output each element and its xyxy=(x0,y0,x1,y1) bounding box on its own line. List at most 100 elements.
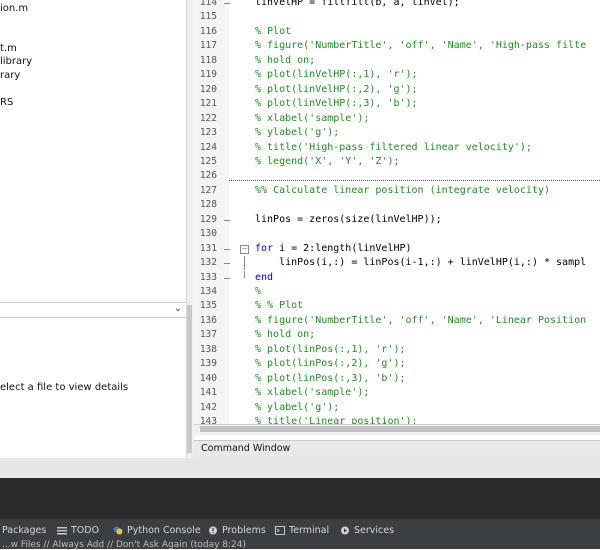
breakpoint-marker[interactable] xyxy=(224,220,230,221)
tool-problems-button[interactable]: Problems xyxy=(208,523,266,539)
todo-icon xyxy=(57,527,67,535)
tool-label: Packages xyxy=(2,525,47,536)
code-line[interactable]: 121 % plot(linVelHP(:,3), 'b'); xyxy=(193,97,600,111)
code-text[interactable]: linVelHP = filtfilt(b, a, linVel); xyxy=(255,0,460,10)
code-line[interactable]: 116 % Plot xyxy=(193,25,600,39)
code-text[interactable]: % hold on; xyxy=(255,328,315,342)
code-line[interactable]: 115 xyxy=(193,10,600,24)
breakpoint-marker[interactable] xyxy=(224,3,230,4)
code-text[interactable]: % ylabel('g'); xyxy=(255,126,339,140)
code-line[interactable]: 132 linPos(i,:) = linPos(i-1,:) + linVel… xyxy=(193,256,600,270)
code-line[interactable]: 124 % title('High-pass filtered linear ve… xyxy=(193,141,600,155)
code-line[interactable]: 117 % figure('NumberTitle', 'off', 'Name'… xyxy=(193,39,600,53)
file-item[interactable]: RS xyxy=(0,97,13,108)
line-number: 134 xyxy=(199,286,217,297)
code-line[interactable]: 131 − for i = 2:length(linVelHP) xyxy=(193,242,600,256)
tool-label: Services xyxy=(354,525,395,536)
problems-icon xyxy=(209,526,217,535)
code-line[interactable]: 118 % hold on; xyxy=(193,54,600,68)
code-text[interactable]: % hold on; xyxy=(255,54,315,68)
code-line[interactable]: 141 % xlabel('sample'); xyxy=(193,386,600,400)
code-text[interactable]: % xyxy=(255,285,261,299)
tool-packages-button[interactable]: Packages xyxy=(2,523,46,539)
editor-scrollbar-thumb[interactable] xyxy=(200,426,600,432)
code-text[interactable]: % figure('NumberTitle', 'off', 'Name', '… xyxy=(255,39,586,53)
code-text[interactable]: end xyxy=(255,271,273,285)
code-text[interactable]: % xlabel('sample'); xyxy=(255,112,369,126)
code-text[interactable]: % figure('NumberTitle', 'off', 'Name', '… xyxy=(255,314,586,328)
cell-divider xyxy=(229,180,600,181)
code-line[interactable]: 122 % xlabel('sample'); xyxy=(193,112,600,126)
file-item[interactable]: ion.m xyxy=(0,3,28,14)
line-number: 141 xyxy=(199,387,217,398)
code-line[interactable]: 119 % plot(linVelHP(:,1), 'r'); xyxy=(193,68,600,82)
tool-services-button[interactable]: Services xyxy=(340,523,394,539)
line-number: 125 xyxy=(199,156,217,167)
tool-label: Terminal xyxy=(289,525,330,536)
code-line[interactable]: 127 %% Calculate linear position (integra… xyxy=(193,184,600,198)
command-window-title: Command Window xyxy=(201,443,291,454)
line-number: 121 xyxy=(199,98,217,109)
line-number: 138 xyxy=(199,344,217,355)
code-line[interactable]: 130 xyxy=(193,227,600,241)
code-text[interactable]: % Plot xyxy=(255,25,291,39)
fold-guide xyxy=(244,271,245,278)
code-line[interactable]: 138 % plot(linPos(:,1), 'r'); xyxy=(193,343,600,357)
code-text[interactable]: for i = 2:length(linVelHP) xyxy=(255,242,412,256)
code-text[interactable]: % plot(linPos(:,2), 'g'); xyxy=(255,357,406,371)
code-text[interactable]: % plot(linVelHP(:,3), 'b'); xyxy=(255,97,418,111)
code-line[interactable]: 133 end xyxy=(193,271,600,285)
file-item[interactable]: rary xyxy=(0,70,20,81)
line-number: 120 xyxy=(199,84,217,95)
code-line[interactable]: 120 % plot(linVelHP(:,2), 'g'); xyxy=(193,83,600,97)
pane-divider xyxy=(0,302,186,303)
code-text[interactable]: % plot(linPos(:,1), 'r'); xyxy=(255,343,406,357)
line-number: 127 xyxy=(199,185,217,196)
code-line[interactable]: 123 % ylabel('g'); xyxy=(193,126,600,140)
code-text[interactable]: % plot(linVelHP(:,1), 'r'); xyxy=(255,68,418,82)
code-line[interactable]: 128 xyxy=(193,198,600,212)
left-scrollbar-thumb[interactable] xyxy=(187,305,192,453)
code-line[interactable]: 134% xyxy=(193,285,600,299)
tool-label: Problems xyxy=(222,525,266,536)
code-line[interactable]: 140 % plot(linPos(:,3), 'b'); xyxy=(193,372,600,386)
code-text[interactable]: % % Plot xyxy=(255,299,303,313)
fold-toggle-icon[interactable]: − xyxy=(240,245,249,254)
breakpoint-marker[interactable] xyxy=(224,263,230,264)
line-number: 131 xyxy=(199,243,217,254)
code-text[interactable]: linPos = zeros(size(linVelHP)); xyxy=(255,213,442,227)
code-text[interactable]: % ylabel('g'); xyxy=(255,401,339,415)
line-number: 135 xyxy=(199,300,217,311)
code-text[interactable]: linPos(i,:) = linPos(i-1,:) + linVelHP(i… xyxy=(255,256,586,270)
line-number: 133 xyxy=(199,272,217,283)
code-text[interactable]: % plot(linPos(:,3), 'b'); xyxy=(255,372,406,386)
code-line[interactable]: 139 % plot(linPos(:,2), 'g'); xyxy=(193,357,600,371)
chevron-down-icon[interactable]: ⌄ xyxy=(171,303,185,315)
command-window-area[interactable] xyxy=(0,458,600,478)
code-line[interactable]: 137 % hold on; xyxy=(193,328,600,342)
line-number: 123 xyxy=(199,127,217,138)
code-line[interactable]: 136 % figure('NumberTitle', 'off', 'Name'… xyxy=(193,314,600,328)
line-number: 114 xyxy=(199,0,217,8)
file-item[interactable]: t.m xyxy=(0,43,17,54)
ide-background xyxy=(0,478,600,519)
code-line[interactable]: 135 % % Plot xyxy=(193,299,600,313)
code-line[interactable]: 129 linPos = zeros(size(linVelHP)); xyxy=(193,213,600,227)
code-text[interactable]: % legend('X', 'Y', 'Z'); xyxy=(255,155,400,169)
tool-todo-button[interactable]: TODO xyxy=(57,523,99,539)
breakpoint-marker[interactable] xyxy=(224,249,230,250)
code-line[interactable]: 114 linVelHP = filtfilt(b, a, linVel); xyxy=(193,0,600,10)
code-line[interactable]: 142 % ylabel('g'); xyxy=(193,401,600,415)
line-number: 119 xyxy=(199,69,217,80)
code-text[interactable]: % plot(linVelHP(:,2), 'g'); xyxy=(255,83,418,97)
code-text[interactable]: %% Calculate linear position (integrate … xyxy=(255,184,550,198)
file-item[interactable]: library xyxy=(0,56,32,67)
tool-terminal-button[interactable]: Terminal xyxy=(275,523,329,539)
breakpoint-marker[interactable] xyxy=(224,278,230,279)
tool-python-console-button[interactable]: Python Console xyxy=(113,523,201,539)
code-text[interactable]: % title('High-pass filtered linear veloc… xyxy=(255,141,532,155)
code-line[interactable]: 125 % legend('X', 'Y', 'Z'); xyxy=(193,155,600,169)
code-text[interactable]: % xlabel('sample'); xyxy=(255,386,369,400)
line-number: 118 xyxy=(199,55,217,66)
line-number: 115 xyxy=(199,11,217,22)
